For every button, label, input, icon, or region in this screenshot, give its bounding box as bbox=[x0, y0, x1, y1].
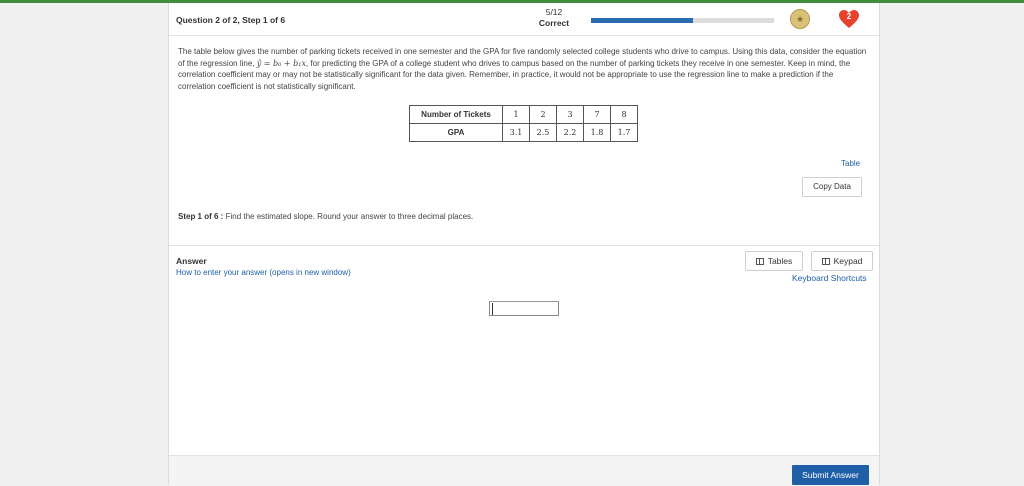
table-cell: 2.2 bbox=[556, 123, 584, 142]
table-cell: 1.7 bbox=[610, 123, 638, 142]
row-header-tickets: Number of Tickets bbox=[409, 105, 503, 124]
problem-statement: The table below gives the number of park… bbox=[178, 46, 870, 92]
row-header-gpa: GPA bbox=[409, 123, 503, 142]
table-cell: 8 bbox=[610, 105, 638, 124]
footer-bar: Submit Answer bbox=[169, 455, 879, 486]
coin-badge-icon: ★ bbox=[790, 9, 810, 29]
table-row: Number of Tickets 1 2 3 7 8 bbox=[409, 105, 638, 124]
progress-bar-fill bbox=[591, 18, 694, 23]
copy-data-button[interactable]: Copy Data bbox=[802, 177, 862, 197]
question-panel: Question 2 of 2, Step 1 of 6 5/12 Correc… bbox=[168, 3, 880, 486]
answer-input[interactable] bbox=[489, 301, 559, 316]
lives-count: 2 bbox=[846, 12, 852, 21]
question-step-label: Question 2 of 2, Step 1 of 6 bbox=[176, 15, 286, 25]
table-cell: 3.1 bbox=[502, 123, 530, 142]
tables-button[interactable]: Tables bbox=[745, 251, 803, 271]
progress-bar bbox=[591, 18, 774, 23]
table-cell: 3 bbox=[556, 105, 584, 124]
step-label: Step 1 of 6 : bbox=[178, 212, 224, 221]
keypad-button-label: Keypad bbox=[833, 256, 863, 266]
how-to-enter-answer-link[interactable]: How to enter your answer (opens in new w… bbox=[176, 268, 351, 277]
step-instruction: Step 1 of 6 : Find the estimated slope. … bbox=[178, 212, 473, 221]
regression-equation: ŷ = b₀ + b₁x bbox=[256, 58, 306, 68]
table-cell: 1.8 bbox=[583, 123, 611, 142]
table-link[interactable]: Table bbox=[841, 159, 860, 168]
tables-button-label: Tables bbox=[767, 256, 793, 266]
data-table: Number of Tickets 1 2 3 7 8 GPA 3.1 2.5 … bbox=[409, 105, 638, 142]
step-text: Find the estimated slope. Round your ans… bbox=[225, 212, 474, 221]
section-divider bbox=[169, 245, 879, 246]
table-cell: 2 bbox=[529, 105, 557, 124]
table-icon bbox=[755, 258, 764, 265]
score-status: Correct bbox=[538, 18, 570, 28]
keypad-button[interactable]: Keypad bbox=[811, 251, 873, 271]
answer-heading: Answer bbox=[176, 256, 207, 266]
submit-answer-button[interactable]: Submit Answer bbox=[792, 465, 869, 485]
table-cell: 7 bbox=[583, 105, 611, 124]
table-cell: 2.5 bbox=[529, 123, 557, 142]
table-row: GPA 3.1 2.5 2.2 1.8 1.7 bbox=[409, 123, 638, 142]
table-cell: 1 bbox=[502, 105, 530, 124]
keypad-icon bbox=[821, 258, 830, 265]
score-indicator: 5/12 Correct bbox=[537, 7, 571, 29]
text-cursor bbox=[492, 303, 493, 315]
question-header: Question 2 of 2, Step 1 of 6 5/12 Correc… bbox=[169, 3, 879, 36]
keyboard-shortcuts-link[interactable]: Keyboard Shortcuts bbox=[792, 273, 867, 283]
score-value: 5/12 bbox=[545, 7, 563, 17]
